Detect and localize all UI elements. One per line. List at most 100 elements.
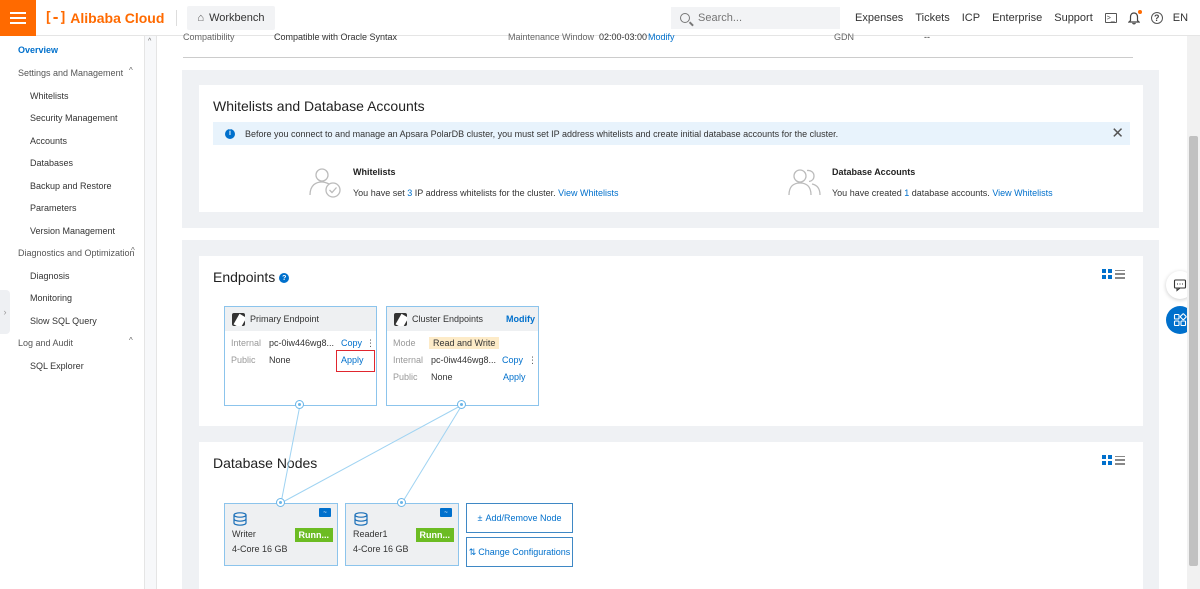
reader-node[interactable]: ~ Runn... Reader1 4-Core 16 GB — [345, 503, 459, 566]
database-icon — [233, 512, 247, 526]
monitor-chart-icon[interactable]: ~ — [319, 508, 331, 517]
main-scrollbar[interactable] — [1187, 36, 1200, 589]
list-view-icon[interactable] — [1115, 269, 1125, 279]
more-icon[interactable]: ⋮ — [366, 338, 375, 349]
sidebar-item-parameters[interactable]: Parameters — [30, 203, 77, 213]
reader-connector-dot — [397, 498, 406, 507]
nodes-title: Database Nodes — [213, 455, 318, 471]
reader-status-badge: Runn... — [415, 528, 454, 542]
add-remove-node-button[interactable]: ± Add/Remove Node — [466, 503, 573, 533]
polardb-logo-icon — [232, 312, 245, 326]
search-icon — [680, 13, 690, 23]
sidebar-item-diagnosis[interactable]: Diagnosis — [30, 271, 70, 281]
cluster-endpoint-title: Cluster Endpoints — [412, 314, 484, 324]
mode-label: Mode — [393, 338, 416, 348]
cluster-info-row: Compatibility Compatible with Oracle Syn… — [157, 32, 1187, 58]
sidebar-scrollbar[interactable]: ^ — [145, 36, 157, 589]
view-toggle[interactable] — [1102, 269, 1125, 279]
apply-highlight-box — [336, 350, 375, 372]
sidebar-group-log-audit[interactable]: Log and Audit — [18, 338, 73, 348]
language-switch[interactable]: EN — [1173, 12, 1188, 24]
writer-connector-dot — [276, 498, 285, 507]
sidebar-item-sql-explorer[interactable]: SQL Explorer — [30, 361, 84, 371]
accounts-view-link[interactable]: View Whitelists — [992, 188, 1052, 198]
scrollbar-thumb[interactable] — [1189, 136, 1198, 566]
change-configurations-button[interactable]: ⇅ Change Configurations — [466, 537, 573, 567]
sidebar-group-diagnostics[interactable]: Diagnostics and Optimization — [18, 248, 135, 258]
nav-icp[interactable]: ICP — [962, 12, 980, 24]
internal-label: Internal — [231, 338, 262, 348]
chevron-up-icon[interactable]: ^ — [129, 66, 133, 75]
maint-modify-link[interactable]: Modify — [648, 32, 675, 42]
sidebar-item-databases[interactable]: Databases — [30, 158, 73, 168]
polardb-logo-icon — [394, 312, 407, 326]
sidebar: Overview Settings and Management ^ White… — [0, 36, 145, 589]
cluster-public-value: None — [431, 372, 453, 382]
primary-endpoint-title: Primary Endpoint — [250, 314, 320, 324]
sidebar-item-version-management[interactable]: Version Management — [30, 226, 115, 236]
sidebar-item-monitoring[interactable]: Monitoring — [30, 293, 72, 303]
divider — [183, 57, 1133, 58]
sidebar-item-slow-sql-query[interactable]: Slow SQL Query — [30, 316, 97, 326]
internal-label: Internal — [393, 355, 424, 365]
close-icon[interactable]: ✕ — [1111, 124, 1124, 142]
cluster-apply-link[interactable]: Apply — [503, 372, 526, 382]
database-accounts-title: Database Accounts — [832, 167, 916, 177]
logo-divider — [176, 9, 178, 26]
nav-support[interactable]: Support — [1054, 12, 1093, 24]
sidebar-item-accounts[interactable]: Accounts — [30, 136, 67, 146]
sidebar-item-backup-restore[interactable]: Backup and Restore — [30, 181, 112, 191]
whitelists-title: Whitelists — [353, 167, 396, 177]
workbench-label: Workbench — [209, 11, 265, 24]
chevron-up-icon[interactable]: ^ — [148, 38, 151, 45]
grid-view-icon[interactable] — [1102, 269, 1112, 279]
hamburger-menu-icon[interactable] — [0, 0, 36, 36]
whitelists-card-title: Whitelists and Database Accounts — [213, 98, 425, 114]
list-view-icon[interactable] — [1115, 455, 1125, 465]
writer-node[interactable]: ~ Runn... Writer 4-Core 16 GB — [224, 503, 338, 566]
cluster-internal-value: pc-0iw446wg8... — [431, 355, 497, 365]
nav-enterprise[interactable]: Enterprise — [992, 12, 1042, 24]
users-icon — [788, 169, 821, 196]
more-icon[interactable]: ⋮ — [528, 355, 537, 366]
accounts-text: You have created 1 database accounts. Vi… — [832, 188, 1053, 198]
notice-banner: i Before you connect to and manage an Ap… — [213, 122, 1130, 145]
brand-name: Alibaba Cloud — [70, 9, 165, 26]
nav-expenses[interactable]: Expenses — [855, 12, 903, 24]
compat-label: Compatibility — [183, 32, 235, 42]
accounts-text-before: You have created — [832, 188, 905, 198]
view-whitelists-link[interactable]: View Whitelists — [558, 188, 618, 198]
bell-icon[interactable] — [1127, 10, 1142, 25]
cluster-modify-link[interactable]: Modify — [506, 314, 535, 324]
add-remove-label: Add/Remove Node — [485, 513, 562, 523]
sidebar-collapse-chevron-icon[interactable]: › — [0, 290, 10, 334]
terminal-icon[interactable]: >_ — [1104, 13, 1117, 23]
nodes-card — [199, 442, 1143, 589]
sidebar-item-security-management[interactable]: Security Management — [30, 113, 118, 123]
grid-view-icon[interactable] — [1102, 455, 1112, 465]
whitelists-text: You have set 3 IP address whitelists for… — [353, 188, 619, 198]
question-icon[interactable]: ? — [279, 273, 290, 284]
help-icon[interactable]: ? — [1150, 12, 1163, 24]
brand-logo[interactable]: [-] Alibaba Cloud — [44, 10, 164, 26]
view-toggle[interactable] — [1102, 455, 1125, 465]
primary-copy-link[interactable]: Copy — [341, 338, 362, 348]
sidebar-item-overview[interactable]: Overview — [18, 45, 58, 55]
workbench-button[interactable]: ⌂ Workbench — [187, 5, 275, 30]
maint-label: Maintenance Window — [508, 32, 595, 42]
search-box[interactable] — [671, 7, 840, 29]
primary-connector-dot — [295, 400, 304, 409]
search-input[interactable] — [698, 12, 828, 24]
sidebar-item-whitelists[interactable]: Whitelists — [30, 91, 69, 101]
top-nav: Expenses Tickets ICP Enterprise Support … — [855, 0, 1200, 36]
chevron-up-icon[interactable]: ^ — [129, 336, 133, 345]
database-icon — [354, 512, 368, 526]
cluster-connector-dot — [457, 400, 466, 409]
monitor-chart-icon[interactable]: ~ — [440, 508, 452, 517]
chevron-up-icon[interactable]: ^ — [131, 246, 135, 255]
nav-tickets[interactable]: Tickets — [915, 12, 949, 24]
sidebar-group-settings[interactable]: Settings and Management — [18, 68, 123, 78]
cluster-copy-link[interactable]: Copy — [502, 355, 523, 365]
reader-spec: 4-Core 16 GB — [353, 544, 409, 554]
brand-logo-mark: [-] — [44, 9, 67, 26]
